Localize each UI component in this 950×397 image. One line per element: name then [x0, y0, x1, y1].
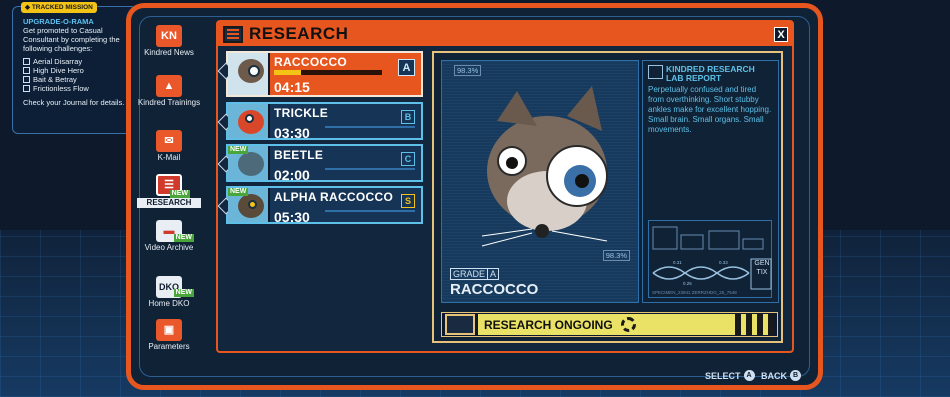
creature-detail-panel: 98.3% 98.3% GRADE A RACCOCCO KINDRED RES…: [432, 51, 783, 343]
back-label: BACK: [761, 370, 787, 381]
nav-video-archive[interactable]: ▬ NEW Video Archive: [137, 220, 201, 252]
kindred-news-icon-text: KN: [161, 30, 177, 42]
nav-label: RESEARCH: [137, 198, 201, 208]
dna-code: SPECIMEN_23941 ZERRZHDG_25_7648: [652, 290, 737, 295]
home-dko-icon: DKO NEW: [156, 276, 194, 298]
beetle-thumbnail: NEW: [228, 146, 270, 180]
nav-kindred-news[interactable]: KN Kindred News: [137, 25, 201, 57]
checkbox-icon: [23, 85, 30, 92]
mission-description: Get promoted to Casual Consultant by com…: [23, 26, 120, 53]
raccocco-thumbnail: [228, 53, 270, 95]
status-text: RESEARCH ONGOING: [484, 317, 613, 332]
research-icon: ☰ NEW: [156, 174, 190, 198]
challenge-item: Bait & Betray: [23, 75, 128, 84]
new-badge: NEW: [173, 289, 194, 297]
trickle-thumbnail: [228, 104, 270, 138]
challenge-list: Aerial Disarray High Dive Hero Bait & Be…: [23, 57, 128, 93]
tracked-mission-panel: ◆ TRACKED MISSION UPGRADE-O-RAMA Get pro…: [12, 2, 137, 134]
challenge-label: Aerial Disarray: [33, 57, 83, 66]
grade-value: A: [487, 269, 496, 279]
select-hint[interactable]: SELECT A: [705, 370, 755, 381]
creature-item-raccocco[interactable]: RACCOCCO 04:15 A: [217, 51, 423, 97]
mission-title: UPGRADE-O-RAMA: [23, 17, 94, 26]
research-icon: [223, 25, 243, 43]
new-badge: NEW: [169, 190, 190, 198]
creature-photo: 98.3% 98.3% GRADE A RACCOCCO: [441, 60, 639, 303]
new-badge: NEW: [228, 146, 249, 154]
video-archive-icon: ▬ NEW: [156, 220, 194, 242]
nav-label: Home DKO: [148, 299, 190, 308]
parameters-icon: ▣: [156, 319, 182, 341]
nav-kindred-trainings[interactable]: ▲ Kindred Trainings: [137, 75, 201, 107]
status-stripes: [730, 314, 774, 335]
creature-name: RACCOCCO: [274, 55, 348, 69]
dna-value: 0.33: [719, 260, 728, 265]
nav-label: Kindred News: [144, 48, 194, 57]
creature-name: BEETLE: [274, 148, 324, 162]
grade-tag: GRADE A: [450, 268, 500, 280]
nav-k-mail[interactable]: ✉ K-Mail: [137, 130, 201, 162]
checkbox-icon: [23, 58, 30, 65]
research-header: RESEARCH: [218, 22, 792, 46]
grade-badge: A: [398, 59, 415, 76]
new-badge: NEW: [173, 234, 194, 242]
dna-value: 0.31: [673, 260, 682, 265]
back-hint[interactable]: BACK B: [761, 370, 801, 381]
nav-home-dko[interactable]: DKO NEW Home DKO: [137, 276, 201, 308]
creature-time: 04:15: [274, 79, 310, 95]
lab-report: KINDRED RESEARCH LAB REPORT Perpetually …: [642, 60, 779, 303]
checkbox-icon: [23, 76, 30, 83]
close-button[interactable]: X: [774, 27, 788, 42]
dna-chart: GEN TIX 0.31 0.33 0.25 SPECIMEN_23941 ZE…: [648, 220, 772, 298]
research-title: RESEARCH: [249, 24, 349, 43]
report-title: KINDRED RESEARCH LAB REPORT: [666, 64, 755, 83]
report-icon: [648, 65, 663, 79]
grade-badge: S: [401, 194, 415, 208]
checkbox-icon: [23, 67, 30, 74]
challenge-item: Aerial Disarray: [23, 57, 128, 66]
new-badge: NEW: [228, 188, 249, 196]
creature-item-alpha-raccocco[interactable]: NEW ALPHA RACCOCCO 05:30 S: [217, 186, 423, 225]
grade-badge: B: [401, 110, 415, 124]
nav-label: Video Archive: [144, 243, 194, 252]
trainings-icon: ▲: [156, 75, 182, 97]
select-label: SELECT: [705, 370, 741, 381]
kindred-news-icon: KN: [156, 25, 182, 47]
tracked-mission-tag: ◆ TRACKED MISSION: [21, 2, 97, 13]
challenge-item: High Dive Hero: [23, 66, 128, 75]
creature-name: ALPHA RACCOCCO: [274, 190, 394, 204]
raccocco-image: [481, 86, 608, 247]
grade-label: GRADE: [453, 269, 486, 279]
mail-icon: ✉: [156, 130, 182, 152]
challenge-label: High Dive Hero: [33, 66, 84, 75]
dna-value: 0.25: [683, 281, 692, 286]
research-status-bar: RESEARCH ONGOING: [441, 312, 778, 337]
nav-parameters[interactable]: ▣ Parameters: [137, 319, 201, 351]
tracked-mission-tag-label: TRACKED MISSION: [31, 4, 93, 11]
research-icon: [445, 314, 475, 335]
challenge-label: Frictionless Flow: [33, 84, 89, 93]
alpha-raccocco-thumbnail: NEW: [228, 188, 270, 222]
nav-label: Parameters: [148, 342, 190, 351]
creature-name: TRICKLE: [274, 106, 329, 120]
mission-footer: Check your Journal for details.: [23, 98, 125, 107]
loading-spinner-icon: [620, 317, 636, 332]
challenge-label: Bait & Betray: [33, 75, 77, 84]
challenge-item: Frictionless Flow: [23, 84, 128, 93]
a-button-icon: A: [743, 370, 755, 381]
creature-item-beetle[interactable]: NEW BEETLE 02:00 C: [217, 144, 423, 183]
research-progress-bar: [274, 70, 382, 75]
creature-item-trickle[interactable]: TRICKLE 03:30 B: [217, 102, 423, 141]
creature-detail-name: RACCOCCO: [450, 281, 539, 298]
nav-label: Kindred Trainings: [137, 98, 201, 107]
report-text: Perpetually confused and tired from over…: [648, 85, 772, 134]
nav-research[interactable]: ☰ NEW RESEARCH: [137, 174, 201, 208]
grade-badge: C: [401, 152, 415, 166]
research-window: RESEARCH X RACCOCCO 04:15 A TRICKLE 03:3…: [216, 20, 794, 353]
dna-side-label: GEN TIX: [754, 260, 770, 276]
b-button-icon: B: [790, 370, 801, 381]
readout-bottom: 98.3%: [602, 250, 630, 261]
nav-label: K-Mail: [157, 153, 181, 162]
